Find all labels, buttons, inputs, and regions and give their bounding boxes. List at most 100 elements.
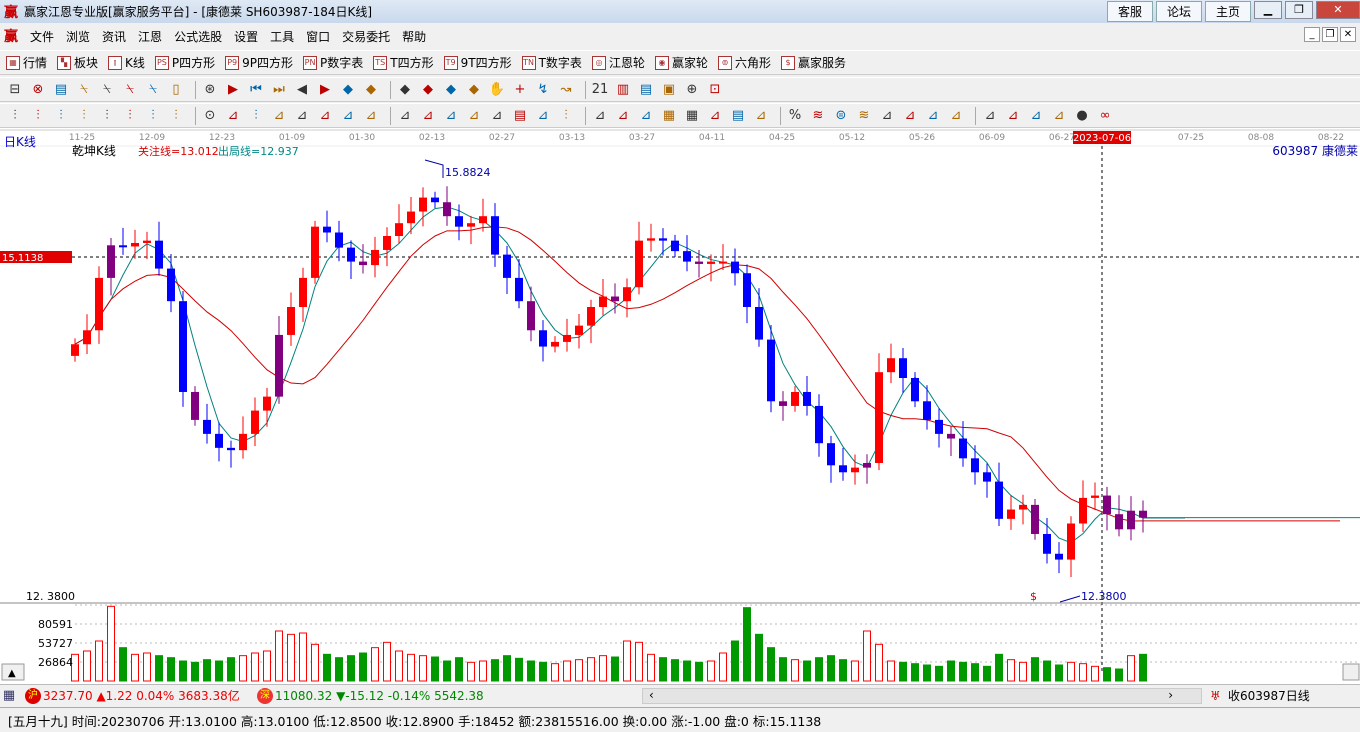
tool-icon[interactable]: ∞ [1096,107,1114,125]
scroll-left-icon[interactable]: ‹ [649,688,654,702]
tool-icon[interactable]: ⊟ [6,81,24,99]
toolbar-button[interactable]: ◉ 赢家轮 [654,54,708,71]
menu-item[interactable]: 帮助 [396,30,432,44]
tool-icon[interactable]: ⍀ [121,81,139,99]
toolbar-button[interactable]: P9 9P四方形 [225,54,293,71]
tool-icon[interactable]: ⊿ [465,107,483,125]
toolbar-button[interactable]: T9 9T四方形 [443,54,512,71]
toolbar-button[interactable]: TN T数字表 [521,54,582,71]
tool-icon[interactable]: ▤ [511,107,529,125]
tool-icon[interactable]: ⊿ [878,107,896,125]
ticker-scrollbar[interactable]: ‹ › [642,688,1202,704]
tool-icon[interactable]: ⊿ [488,107,506,125]
tool-icon[interactable]: ⫶ [247,107,265,125]
tool-icon[interactable]: ◆ [419,81,437,99]
tool-icon[interactable]: ⫶ [75,107,93,125]
tool-icon[interactable]: 21 [591,81,609,99]
tool-icon[interactable]: ⫶ [121,107,139,125]
toolbar-button[interactable]: PS P四方形 [154,54,215,71]
mdi-close-button[interactable]: ✕ [1340,27,1356,42]
tool-icon[interactable]: ▣ [660,81,678,99]
tool-icon[interactable]: ⊿ [270,107,288,125]
tool-icon[interactable]: ⊿ [224,107,242,125]
tool-icon[interactable]: ⊿ [362,107,380,125]
menu-item[interactable]: 资讯 [96,30,132,44]
tool-icon[interactable]: ⊿ [293,107,311,125]
menu-item[interactable]: 公式选股 [168,30,228,44]
scroll-right-icon[interactable]: › [1168,688,1173,702]
tool-icon[interactable]: ↝ [557,81,575,99]
mdi-minimize-button[interactable]: _ [1304,27,1320,42]
tool-icon[interactable]: ⊿ [316,107,334,125]
tool-icon[interactable]: ⊿ [752,107,770,125]
tool-icon[interactable]: ⊙ [201,107,219,125]
tool-icon[interactable]: ⍀ [144,81,162,99]
tool-icon[interactable]: + [511,81,529,99]
tool-icon[interactable]: ▶ [316,81,334,99]
tool-icon[interactable]: ▤ [637,81,655,99]
menu-item[interactable]: 窗口 [300,30,336,44]
tool-icon[interactable]: ◆ [339,81,357,99]
menu-item[interactable]: 文件 [24,30,60,44]
tool-icon[interactable]: ▦ [660,107,678,125]
tool-icon[interactable]: ⊕ [683,81,701,99]
tool-icon[interactable]: ⊿ [614,107,632,125]
tool-icon[interactable]: ▦ [683,107,701,125]
tool-icon[interactable]: ◆ [465,81,483,99]
tool-icon[interactable]: ⊿ [1050,107,1068,125]
forum-link[interactable]: 论坛 [1155,1,1202,22]
toolbar-button[interactable]: PN P数字表 [303,54,363,71]
home-link[interactable]: 主页 [1204,1,1251,22]
tool-icon[interactable]: ⊿ [981,107,999,125]
tool-icon[interactable]: ⊛ [201,81,219,99]
toolbar-button[interactable]: ⊚ 六角形 [717,54,771,71]
quote-table-icon[interactable]: ▦ [0,687,18,705]
restore-button[interactable]: ❐ [1285,1,1313,19]
toolbar-button[interactable]: TS T四方形 [373,54,434,71]
menu-item[interactable]: 浏览 [60,30,96,44]
tool-icon[interactable]: ◀ [293,81,311,99]
toolbar-button[interactable]: ◎ 江恩轮 [591,54,645,71]
tool-icon[interactable]: ⊿ [947,107,965,125]
toolbar-button[interactable]: ▦ 行情 [6,54,47,71]
tool-icon[interactable]: ⊿ [924,107,942,125]
tool-icon[interactable]: ⊿ [1004,107,1022,125]
tool-icon[interactable]: ≋ [855,107,873,125]
tool-icon[interactable]: ↯ [534,81,552,99]
toolbar-button[interactable]: ▚ 板块 [57,54,98,71]
tool-icon[interactable]: ⫶ [52,107,70,125]
tool-icon[interactable]: ✋ [488,81,506,99]
tool-icon[interactable]: ● [1073,107,1091,125]
tool-icon[interactable]: ⊿ [1027,107,1045,125]
tool-icon[interactable]: ⫶ [557,107,575,125]
tool-icon[interactable]: ⏮ [247,81,265,99]
tool-icon[interactable]: ◆ [442,81,460,99]
tool-icon[interactable]: ▤ [729,107,747,125]
tool-icon[interactable]: ⫶ [29,107,47,125]
toolbar-button[interactable]: ⫾ K线 [108,54,145,71]
tool-icon[interactable]: ⊿ [339,107,357,125]
tool-icon[interactable]: ⊿ [637,107,655,125]
tool-icon[interactable]: ⫶ [144,107,162,125]
tool-icon[interactable]: ▤ [52,81,70,99]
tool-icon[interactable]: ⊿ [396,107,414,125]
close-button[interactable]: ✕ [1316,1,1360,19]
tool-icon[interactable]: ⊿ [591,107,609,125]
tool-icon[interactable]: ⊡ [706,81,724,99]
tool-icon[interactable]: ◆ [396,81,414,99]
tool-icon[interactable]: ⫶ [98,107,116,125]
tool-icon[interactable]: ⊜ [832,107,850,125]
expand-button[interactable] [1342,663,1360,681]
tool-icon[interactable]: ▶ [224,81,242,99]
tool-icon[interactable]: % [786,107,804,125]
toolbar-button[interactable]: $ 赢家服务 [780,54,846,71]
tool-icon[interactable]: ⊿ [419,107,437,125]
menu-item[interactable]: 设置 [228,30,264,44]
menu-item[interactable]: 江恩 [132,30,168,44]
tool-icon[interactable]: ⫶ [167,107,185,125]
tool-icon[interactable]: ▥ [614,81,632,99]
tool-icon[interactable]: ⍀ [75,81,93,99]
mdi-restore-button[interactable]: ❐ [1322,27,1338,42]
tool-icon[interactable]: ⍀ [98,81,116,99]
kline-chart[interactable]: 11-25 12-09 12-23 01-09 01-30 02-13 02-27 03-13… [0,128,1360,684]
